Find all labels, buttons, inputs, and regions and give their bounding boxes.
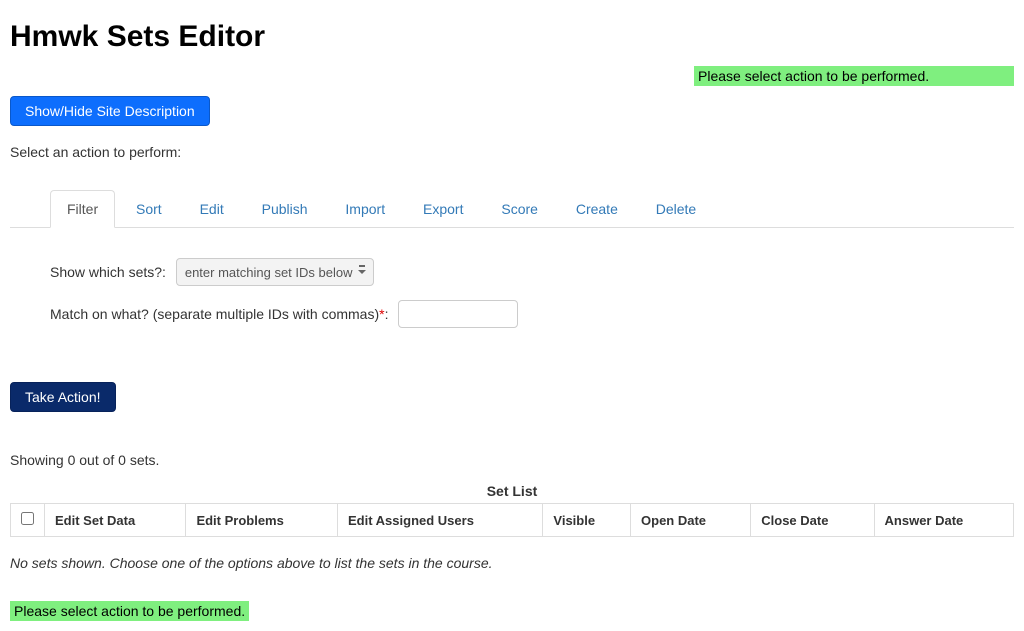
col-edit-assigned-users: Edit Assigned Users — [337, 504, 542, 537]
tab-import[interactable]: Import — [328, 190, 402, 228]
col-close-date: Close Date — [751, 504, 874, 537]
select-all-checkbox[interactable] — [21, 512, 34, 525]
empty-message: No sets shown. Choose one of the options… — [10, 555, 1014, 571]
filter-panel: Show which sets?: enter matching set IDs… — [10, 228, 1014, 362]
set-list-table: Edit Set Data Edit Problems Edit Assigne… — [10, 503, 1014, 537]
match-label: Match on what? (separate multiple IDs wi… — [50, 306, 388, 322]
select-action-instruction: Select an action to perform: — [10, 144, 1014, 160]
showing-count: Showing 0 out of 0 sets. — [10, 452, 1014, 468]
tab-edit[interactable]: Edit — [183, 190, 241, 228]
tab-filter[interactable]: Filter — [50, 190, 115, 228]
tab-score[interactable]: Score — [484, 190, 555, 228]
tab-delete[interactable]: Delete — [639, 190, 713, 228]
tab-create[interactable]: Create — [559, 190, 635, 228]
which-sets-label: Show which sets?: — [50, 264, 166, 280]
action-tabs: Filter Sort Edit Publish Import Export S… — [10, 190, 1014, 228]
which-sets-select[interactable]: enter matching set IDs below — [176, 258, 374, 286]
tab-export[interactable]: Export — [406, 190, 480, 228]
page-title: Hmwk Sets Editor — [10, 20, 1014, 54]
match-input[interactable] — [398, 300, 518, 328]
take-action-button[interactable]: Take Action! — [10, 382, 116, 412]
alert-bottom: Please select action to be performed. — [10, 601, 249, 621]
col-edit-set-data: Edit Set Data — [45, 504, 186, 537]
table-caption: Set List — [10, 483, 1014, 499]
tab-sort[interactable]: Sort — [119, 190, 179, 228]
alert-top: Please select action to be performed. — [694, 66, 1014, 86]
toggle-description-button[interactable]: Show/Hide Site Description — [10, 96, 210, 126]
tab-publish[interactable]: Publish — [245, 190, 325, 228]
col-edit-problems: Edit Problems — [186, 504, 338, 537]
col-answer-date: Answer Date — [874, 504, 1013, 537]
col-open-date: Open Date — [631, 504, 751, 537]
table-header-row: Edit Set Data Edit Problems Edit Assigne… — [11, 504, 1014, 537]
col-visible: Visible — [543, 504, 631, 537]
